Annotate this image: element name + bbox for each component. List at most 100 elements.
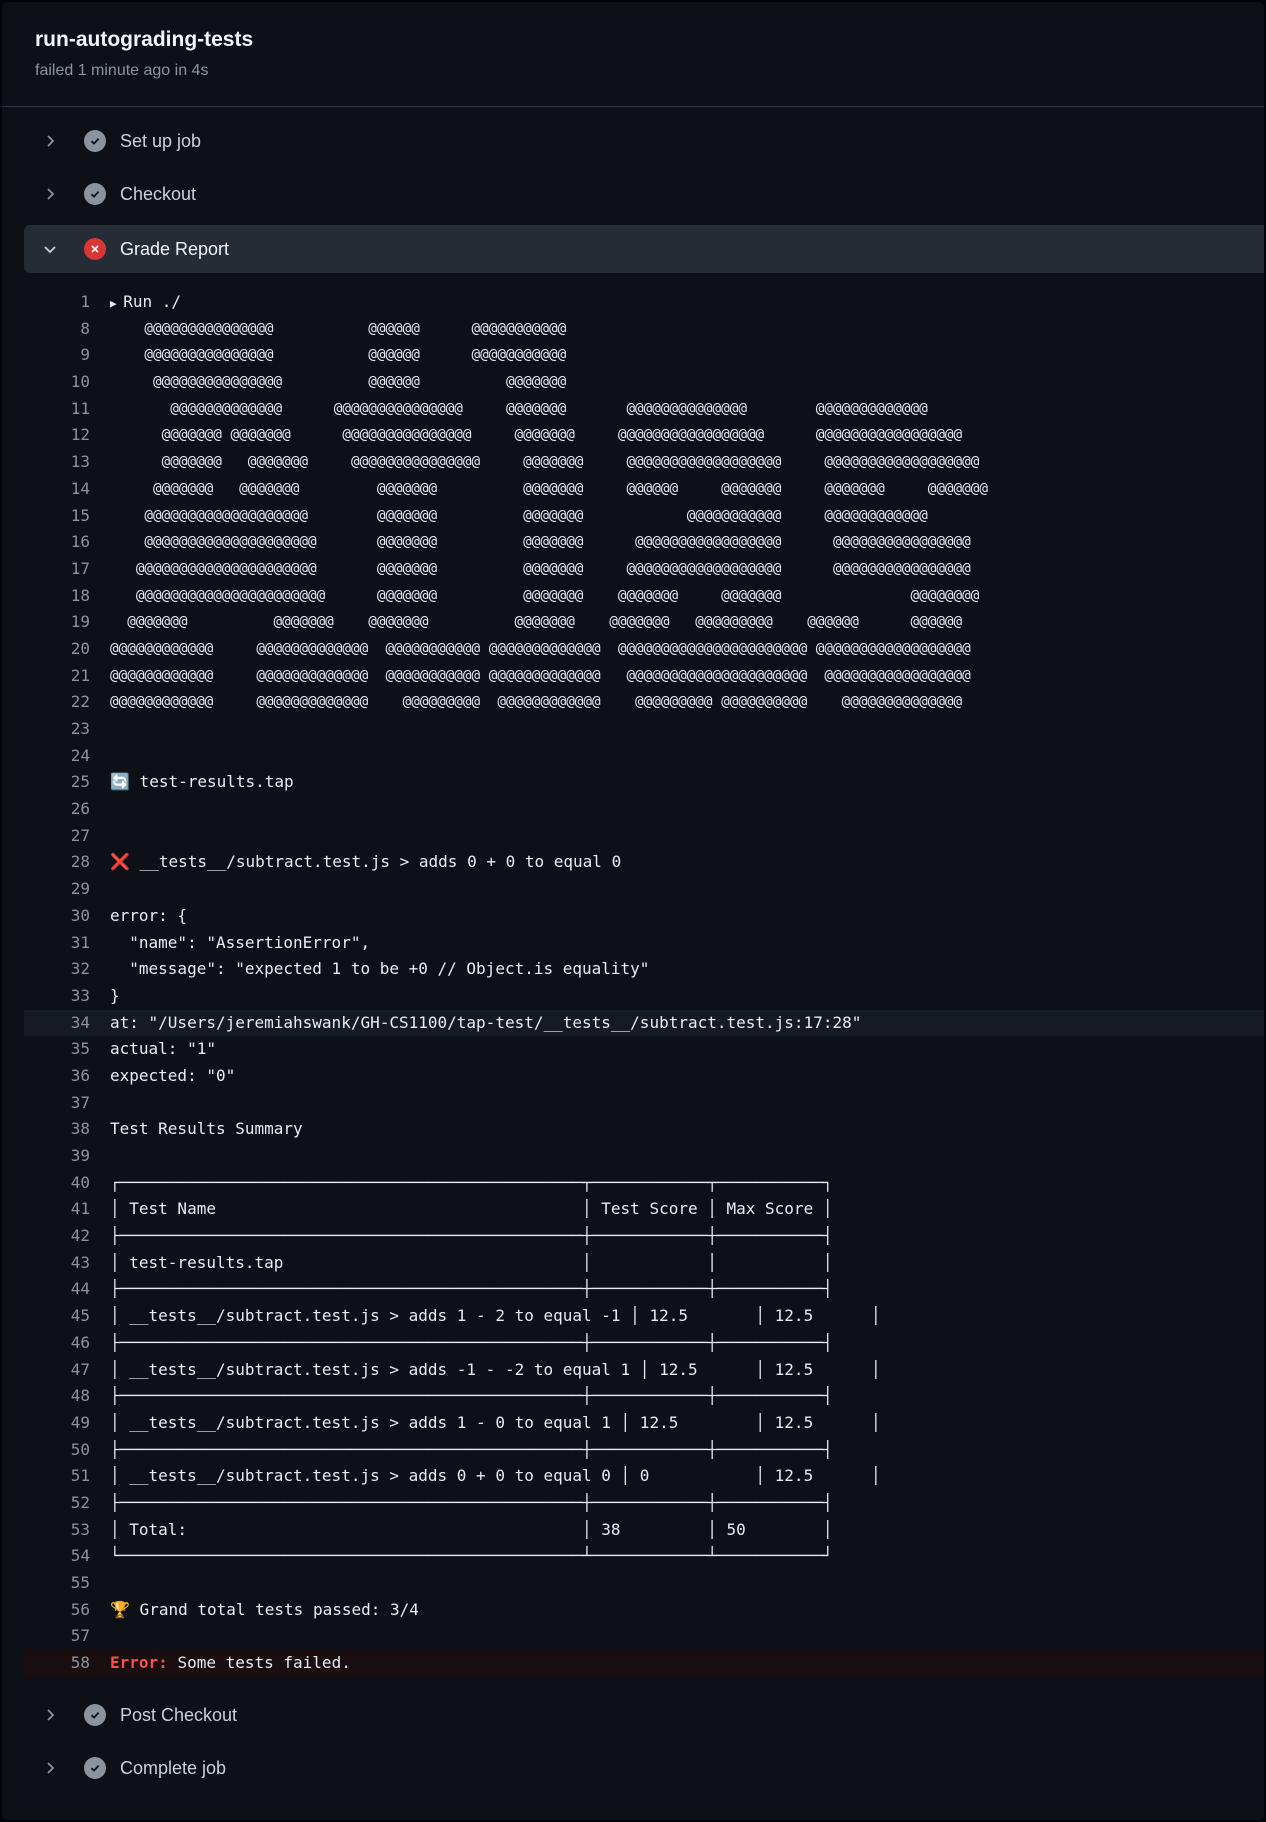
log-line: 8 @@@@@@@@@@@@@@@ @@@@@@ @@@@@@@@@@@ (24, 316, 1264, 343)
line-number[interactable]: 47 (24, 1357, 90, 1384)
line-number[interactable]: 22 (24, 689, 90, 716)
log-text: @@@@@@@ @@@@@@@ @@@@@@@@@@@@@@@ @@@@@@@ … (110, 454, 980, 471)
chevron-right-icon (38, 1703, 62, 1727)
log-line: 45 │ __tests__/subtract.test.js > adds 1 … (24, 1303, 1264, 1330)
line-number[interactable]: 44 (24, 1276, 90, 1303)
check-circle-icon (84, 1757, 106, 1779)
line-number[interactable]: 9 (24, 342, 90, 369)
log-line: 24 (24, 743, 1264, 770)
line-number[interactable]: 15 (24, 503, 90, 530)
log-line: 38 Test Results Summary (24, 1116, 1264, 1143)
log-text: ├───────────────────────────────────────… (110, 1332, 833, 1352)
log-text: ▶ Run ./ (110, 289, 181, 318)
log-line: 26 (24, 796, 1264, 823)
step-label: Set up job (120, 130, 202, 151)
triangle-right-icon[interactable]: ▶ (110, 297, 123, 310)
line-number[interactable]: 23 (24, 716, 90, 743)
line-number[interactable]: 27 (24, 823, 90, 850)
line-number[interactable]: 29 (24, 876, 90, 903)
line-number[interactable]: 36 (24, 1063, 90, 1090)
step-complete-job[interactable]: Complete job (24, 1744, 1264, 1792)
line-number[interactable]: 17 (24, 556, 90, 583)
step-label: Post Checkout (120, 1704, 238, 1725)
chevron-right-icon (38, 129, 62, 153)
line-number[interactable]: 18 (24, 583, 90, 610)
line-number[interactable]: 20 (24, 636, 90, 663)
log-line: 35 actual: "1" (24, 1036, 1264, 1063)
step-setup-job[interactable]: Set up job (24, 117, 1264, 165)
line-number[interactable]: 24 (24, 743, 90, 770)
log-text: @@@@@@@ @@@@@@@ @@@@@@@ @@@@@@@ @@@@@@@ … (110, 614, 963, 631)
line-number[interactable]: 13 (24, 449, 90, 476)
log-line: 19 @@@@@@@ @@@@@@@ @@@@@@@ @@@@@@@ @@@@@… (24, 609, 1264, 636)
check-circle-icon (84, 1704, 106, 1726)
line-number[interactable]: 45 (24, 1303, 90, 1330)
log-line: 44 ├─────────────────────────────────────… (24, 1276, 1264, 1303)
log-line: 31 "name": "AssertionError", (24, 930, 1264, 957)
line-number[interactable]: 32 (24, 956, 90, 983)
log-line: 17 @@@@@@@@@@@@@@@@@@@@@ @@@@@@@ @@@@@@@… (24, 556, 1264, 583)
line-number[interactable]: 50 (24, 1437, 90, 1464)
log-text: └───────────────────────────────────────… (110, 1546, 833, 1566)
line-number[interactable]: 54 (24, 1543, 90, 1570)
line-number[interactable]: 57 (24, 1623, 90, 1650)
log-line: 30 error: { (24, 903, 1264, 930)
line-number[interactable]: 41 (24, 1196, 90, 1223)
line-number[interactable]: 51 (24, 1463, 90, 1490)
line-number[interactable]: 26 (24, 796, 90, 823)
log-line: 41 │ Test Name │ Test Score │ Max Score │ (24, 1196, 1264, 1223)
step-post-checkout[interactable]: Post Checkout (24, 1691, 1264, 1739)
line-number[interactable]: 53 (24, 1517, 90, 1544)
line-number[interactable]: 11 (24, 396, 90, 423)
line-number[interactable]: 12 (24, 422, 90, 449)
step-grade-report[interactable]: Grade Report (24, 225, 1264, 273)
log-text: Error: Some tests failed. (110, 1650, 351, 1677)
line-number[interactable]: 39 (24, 1143, 90, 1170)
line-number[interactable]: 35 (24, 1036, 90, 1063)
line-number[interactable]: 42 (24, 1223, 90, 1250)
line-number[interactable]: 33 (24, 983, 90, 1010)
log-text: @@@@@@@@@@@@ @@@@@@@@@@@@@ @@@@@@@@@ @@@… (110, 694, 963, 711)
line-number[interactable]: 16 (24, 529, 90, 556)
log-line: 55 (24, 1570, 1264, 1597)
line-number[interactable]: 34 (24, 1010, 90, 1037)
step-label: Complete job (120, 1757, 227, 1778)
line-number[interactable]: 10 (24, 369, 90, 396)
line-number[interactable]: 52 (24, 1490, 90, 1517)
log-line: 42 ├─────────────────────────────────────… (24, 1223, 1264, 1250)
step-checkout[interactable]: Checkout (24, 170, 1264, 218)
line-number[interactable]: 14 (24, 476, 90, 503)
log-text: ├───────────────────────────────────────… (110, 1279, 833, 1299)
log-text: @@@@@@@@@@@@@@@ @@@@@@ @@@@@@@@@@@ (110, 347, 567, 364)
line-number[interactable]: 40 (24, 1170, 90, 1197)
line-number[interactable]: 37 (24, 1090, 90, 1117)
line-number[interactable]: 58 (24, 1650, 90, 1677)
log-line: 50 ├─────────────────────────────────────… (24, 1437, 1264, 1464)
line-number[interactable]: 48 (24, 1383, 90, 1410)
line-number[interactable]: 49 (24, 1410, 90, 1437)
line-number[interactable]: 21 (24, 663, 90, 690)
log-line: 58 Error: Some tests failed. (24, 1650, 1264, 1677)
line-number[interactable]: 25 (24, 769, 90, 796)
log-line: 40 ┌─────────────────────────────────────… (24, 1170, 1264, 1197)
line-number[interactable]: 1 (24, 289, 90, 316)
line-number[interactable]: 31 (24, 930, 90, 957)
log-line: 43 │ test-results.tap │ │ │ (24, 1250, 1264, 1277)
log-line: 47 │ __tests__/subtract.test.js > adds -1… (24, 1357, 1264, 1384)
line-number[interactable]: 28 (24, 849, 90, 876)
line-number[interactable]: 30 (24, 903, 90, 930)
log-line: 12 @@@@@@@ @@@@@@@ @@@@@@@@@@@@@@@ @@@@@… (24, 422, 1264, 449)
log-line: 29 (24, 876, 1264, 903)
line-number[interactable]: 8 (24, 316, 90, 343)
log-text: @@@@@@@ @@@@@@@ @@@@@@@ @@@@@@@ @@@@@@ @… (110, 480, 988, 497)
log-line: 28 ❌ __tests__/subtract.test.js > adds 0 … (24, 849, 1264, 876)
line-number[interactable]: 38 (24, 1116, 90, 1143)
line-number[interactable]: 19 (24, 609, 90, 636)
job-status: failed 1 minute ago in 4s (35, 62, 209, 79)
line-number[interactable]: 43 (24, 1250, 90, 1277)
line-number[interactable]: 46 (24, 1330, 90, 1357)
log-text: Test Results Summary (110, 1119, 303, 1139)
log-text: ├───────────────────────────────────────… (110, 1226, 833, 1246)
line-number[interactable]: 55 (24, 1570, 90, 1597)
line-number[interactable]: 56 (24, 1597, 90, 1624)
